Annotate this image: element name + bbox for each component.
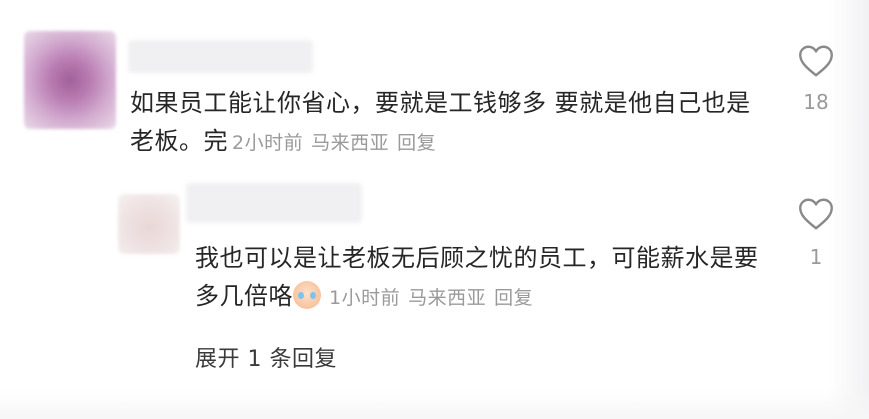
reply-meta: 1小时前 马来西亚 回复 <box>329 287 541 309</box>
comment-location: 马来西亚 <box>311 132 390 154</box>
username-blurred[interactable] <box>128 40 313 73</box>
reply-avatar[interactable] <box>118 194 180 254</box>
reply-like-count: 1 <box>809 245 823 269</box>
comment-reply-button[interactable]: 回复 <box>397 132 436 154</box>
comment-meta: 2小时前 马来西亚 回复 <box>232 132 444 154</box>
avatar[interactable] <box>24 31 116 129</box>
comment-time: 2小时前 <box>232 132 304 154</box>
comment-body: 如果员工能让你省心，要就是工钱够多 要就是他自己也是老板。完 2小时前 马来西亚 回复 <box>130 84 770 162</box>
reply-body: 我也可以是让老板无后顾之忧的员工，可能薪水是要多几倍咯 1小时前 马来西亚 回复 <box>195 239 775 317</box>
edge-shade-right <box>829 0 869 419</box>
like-count: 18 <box>803 90 829 114</box>
reply-username-blurred[interactable] <box>186 183 362 223</box>
reply-reply-button[interactable]: 回复 <box>494 287 533 309</box>
crying-laughing-emoji-icon <box>293 281 321 309</box>
reply-like-heart-icon[interactable] <box>798 197 834 231</box>
reply-location: 马来西亚 <box>408 287 487 309</box>
reply-time: 1小时前 <box>329 287 401 309</box>
like-heart-icon[interactable] <box>798 44 834 78</box>
expand-replies-button[interactable]: 展开 1 条回复 <box>195 341 337 373</box>
edge-shade-bottom <box>0 389 869 419</box>
